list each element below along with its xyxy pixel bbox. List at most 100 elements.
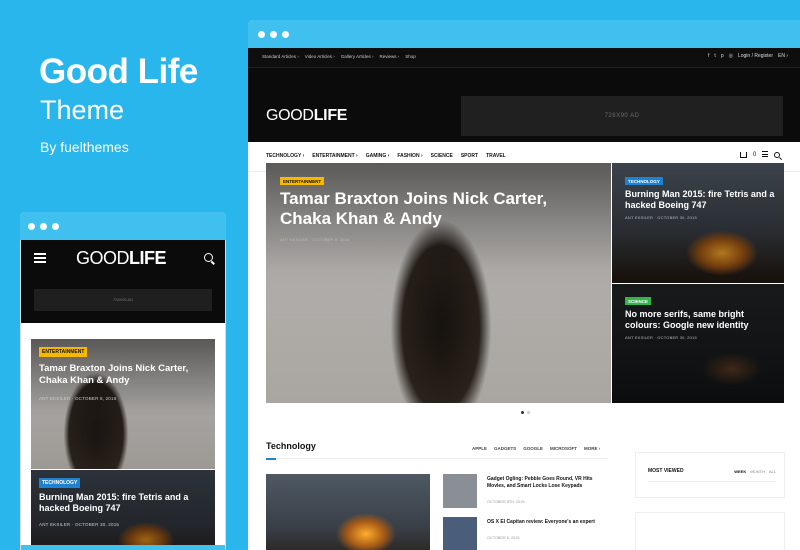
side-article-title[interactable]: No more serifs, same bright colours: Goo… bbox=[625, 309, 775, 331]
facebook-icon[interactable]: f bbox=[708, 53, 709, 59]
instagram-icon[interactable]: ◎ bbox=[729, 53, 733, 59]
side-article[interactable]: TECHNOLOGY Burning Man 2015: fire Tetris… bbox=[612, 163, 784, 283]
category-tag[interactable]: TECHNOLOGY bbox=[625, 177, 663, 185]
window-dot-icon bbox=[52, 222, 59, 230]
nav-item-technology[interactable]: TECHNOLOGY › bbox=[266, 153, 304, 159]
hero-meta: ANT EKSILER · OCTOBER 8, 2016 bbox=[280, 237, 350, 242]
nav-item-sport[interactable]: SPORT bbox=[461, 153, 478, 159]
search-icon[interactable] bbox=[204, 253, 213, 262]
cart-count: 0 bbox=[753, 151, 757, 158]
logo-part-life: LIFE bbox=[129, 248, 167, 268]
mobile-screen: GOODLIFE 728X90 AD ENTERTAINMENT Tamar B… bbox=[20, 240, 226, 550]
top-menu-item[interactable]: Shop bbox=[405, 54, 416, 59]
tab-week[interactable]: WEEK bbox=[734, 469, 746, 474]
login-register-link[interactable]: Login / Register bbox=[738, 53, 773, 59]
top-menu: Standard Articles › Video Articles › Gal… bbox=[262, 54, 416, 59]
section-tabs: APPLE GADGETS GOOGLE MICROSOFT MORE › bbox=[472, 446, 600, 451]
slider-dot[interactable] bbox=[527, 411, 530, 414]
mobile-logo[interactable]: GOODLIFE bbox=[76, 248, 167, 269]
sidebar-widget bbox=[635, 512, 785, 550]
tab-month[interactable]: MONTH bbox=[750, 469, 765, 474]
hamburger-menu-icon[interactable] bbox=[34, 253, 46, 263]
top-bar-right: f t p ◎ Login / Register EN › bbox=[708, 53, 788, 59]
list-item[interactable]: Gadget Ogling: Pebble Goes Round, VR Hit… bbox=[443, 474, 613, 514]
section-title: Technology bbox=[266, 441, 316, 451]
nav-items: TECHNOLOGY › ENTERTAINMENT › GAMING › FA… bbox=[266, 153, 506, 159]
list-item-title[interactable]: OS X El Capitan review: Everyone's an ex… bbox=[487, 519, 607, 526]
tab-apple[interactable]: APPLE bbox=[472, 446, 487, 451]
featured-article-image[interactable] bbox=[266, 474, 430, 550]
side-article-title[interactable]: Burning Man 2015: fire Tetris and a hack… bbox=[625, 189, 775, 211]
top-menu-item[interactable]: Video Articles › bbox=[305, 54, 335, 59]
list-item[interactable]: OS X El Capitan review: Everyone's an ex… bbox=[443, 517, 613, 550]
nav-item-fashion[interactable]: FASHION › bbox=[397, 153, 422, 159]
top-menu-item[interactable]: Standard Articles › bbox=[262, 54, 299, 59]
slider-pagination bbox=[521, 411, 530, 414]
desktop-window-titlebar bbox=[248, 20, 800, 48]
widget-tabs: WEEK MONTH ALL bbox=[734, 469, 776, 474]
tab-more[interactable]: MORE › bbox=[584, 446, 600, 451]
hero-article[interactable]: ENTERTAINMENT Tamar Braxton Joins Nick C… bbox=[266, 163, 611, 403]
pinterest-icon[interactable]: p bbox=[721, 53, 724, 59]
slider-dot[interactable] bbox=[521, 411, 524, 414]
mobile-bottom-bar bbox=[21, 545, 225, 550]
side-article[interactable]: SCIENCE No more serifs, same bright colo… bbox=[612, 284, 784, 403]
tab-microsoft[interactable]: MICROSOFT bbox=[550, 446, 577, 451]
section-divider bbox=[266, 457, 608, 460]
window-dot-icon bbox=[270, 30, 277, 38]
mobile-preview-window: GOODLIFE 728X90 AD ENTERTAINMENT Tamar B… bbox=[20, 212, 226, 550]
masthead: GOODLIFE 728X90 AD bbox=[248, 68, 800, 142]
brand-subtitle: Theme bbox=[40, 95, 125, 125]
mobile-hero-title[interactable]: Tamar Braxton Joins Nick Carter, Chaka K… bbox=[39, 363, 204, 387]
nav-tools: 0 bbox=[740, 151, 781, 159]
mobile-header: GOODLIFE 728X90 AD bbox=[21, 240, 225, 323]
tab-gadgets[interactable]: GADGETS bbox=[494, 446, 516, 451]
logo-part-life: LIFE bbox=[313, 107, 348, 124]
logo-part-good: GOOD bbox=[266, 107, 314, 124]
widget-title: MOST VIEWED bbox=[648, 468, 684, 474]
brand-title: Good Life bbox=[39, 52, 198, 91]
side-article-meta: ANT EKSILER · OCTOBER 30, 2015 bbox=[625, 335, 697, 340]
widget-divider bbox=[648, 481, 776, 482]
mobile-card-title[interactable]: Burning Man 2015: fire Tetris and a hack… bbox=[39, 492, 209, 514]
hero-title[interactable]: Tamar Braxton Joins Nick Carter, Chaka K… bbox=[280, 189, 590, 229]
category-tag[interactable]: ENTERTAINMENT bbox=[39, 347, 88, 357]
article-thumbnail[interactable] bbox=[443, 474, 477, 508]
nav-item-travel[interactable]: TRAVEL bbox=[486, 153, 506, 159]
window-dot-icon bbox=[28, 222, 35, 230]
list-item-title[interactable]: Gadget Ogling: Pebble Goes Round, VR Hit… bbox=[487, 476, 607, 490]
search-icon[interactable] bbox=[774, 151, 781, 158]
language-selector[interactable]: EN › bbox=[778, 53, 788, 59]
desktop-preview-window: Standard Articles › Video Articles › Gal… bbox=[248, 20, 800, 550]
site-logo[interactable]: GOODLIFE bbox=[266, 107, 347, 125]
top-menu-item[interactable]: Reviews › bbox=[379, 54, 399, 59]
brand-byline: By fuelthemes bbox=[40, 139, 129, 155]
mobile-hero-card[interactable]: ENTERTAINMENT Tamar Braxton Joins Nick C… bbox=[31, 339, 215, 469]
cart-icon[interactable] bbox=[740, 151, 747, 158]
mobile-hero-meta: ANT EKSILER · OCTOBER 8, 2016 bbox=[39, 396, 117, 401]
top-bar: Standard Articles › Video Articles › Gal… bbox=[248, 48, 800, 68]
nav-item-science[interactable]: SCIENCE bbox=[431, 153, 453, 159]
side-article-meta: ANT EKSILER · OCTOBER 30, 2015 bbox=[625, 215, 697, 220]
list-item-date: OCTOBER 8, 2015 bbox=[487, 536, 520, 540]
mobile-window-titlebar bbox=[20, 212, 226, 240]
nav-item-gaming[interactable]: GAMING › bbox=[366, 153, 390, 159]
tab-all[interactable]: ALL bbox=[769, 469, 776, 474]
menu-icon[interactable] bbox=[762, 151, 769, 159]
nav-item-entertainment[interactable]: ENTERTAINMENT › bbox=[312, 153, 357, 159]
window-dot-icon bbox=[258, 30, 265, 38]
logo-part-good: GOOD bbox=[76, 248, 130, 268]
mobile-ad-banner[interactable]: 728X90 AD bbox=[34, 289, 212, 311]
category-tag[interactable]: TECHNOLOGY bbox=[39, 478, 81, 488]
most-viewed-widget: MOST VIEWED WEEK MONTH ALL bbox=[635, 452, 785, 498]
ad-banner[interactable]: 728X90 AD bbox=[461, 96, 783, 136]
twitter-icon[interactable]: t bbox=[714, 53, 715, 59]
tab-google[interactable]: GOOGLE bbox=[523, 446, 543, 451]
mobile-card-meta: ANT EKSILER · OCTOBER 30, 2015 bbox=[39, 522, 120, 527]
category-tag[interactable]: ENTERTAINMENT bbox=[280, 177, 325, 185]
window-dot-icon bbox=[40, 222, 47, 230]
category-tag[interactable]: SCIENCE bbox=[625, 297, 652, 305]
article-thumbnail[interactable] bbox=[443, 517, 477, 550]
mobile-article-card[interactable]: TECHNOLOGY Burning Man 2015: fire Tetris… bbox=[31, 470, 215, 550]
top-menu-item[interactable]: Gallery Articles › bbox=[341, 54, 374, 59]
